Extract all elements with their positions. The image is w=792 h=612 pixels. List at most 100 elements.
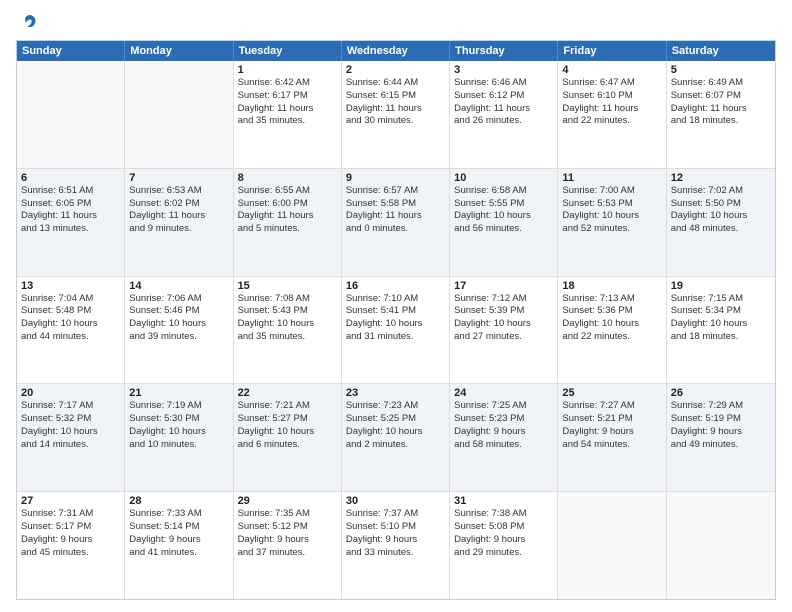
empty-cell-0-1 (125, 61, 233, 168)
day-cell-8: 8Sunrise: 6:55 AMSunset: 6:00 PMDaylight… (234, 169, 342, 276)
sunset-text: Sunset: 5:32 PM (21, 413, 120, 426)
header-day-sunday: Sunday (17, 41, 125, 61)
day-number: 16 (346, 280, 445, 292)
daylight-minutes: and 48 minutes. (671, 223, 771, 236)
sunrise-text: Sunrise: 7:29 AM (671, 400, 771, 413)
daylight-hours: Daylight: 9 hours (671, 426, 771, 439)
empty-cell-4-5 (558, 492, 666, 599)
daylight-hours: Daylight: 11 hours (346, 103, 445, 116)
calendar-body: 1Sunrise: 6:42 AMSunset: 6:17 PMDaylight… (17, 61, 775, 599)
daylight-hours: Daylight: 10 hours (562, 210, 661, 223)
daylight-hours: Daylight: 10 hours (454, 318, 553, 331)
sunset-text: Sunset: 5:39 PM (454, 305, 553, 318)
day-number: 29 (238, 495, 337, 507)
sunset-text: Sunset: 5:21 PM (562, 413, 661, 426)
daylight-minutes: and 39 minutes. (129, 331, 228, 344)
daylight-minutes: and 13 minutes. (21, 223, 120, 236)
day-cell-30: 30Sunrise: 7:37 AMSunset: 5:10 PMDayligh… (342, 492, 450, 599)
daylight-hours: Daylight: 11 hours (562, 103, 661, 116)
day-number: 25 (562, 387, 661, 399)
daylight-minutes: and 35 minutes. (238, 115, 337, 128)
day-number: 21 (129, 387, 228, 399)
sunset-text: Sunset: 5:43 PM (238, 305, 337, 318)
sunset-text: Sunset: 5:34 PM (671, 305, 771, 318)
day-number: 14 (129, 280, 228, 292)
sunset-text: Sunset: 5:23 PM (454, 413, 553, 426)
header-day-monday: Monday (125, 41, 233, 61)
sunrise-text: Sunrise: 6:46 AM (454, 77, 553, 90)
day-cell-2: 2Sunrise: 6:44 AMSunset: 6:15 PMDaylight… (342, 61, 450, 168)
day-number: 22 (238, 387, 337, 399)
daylight-hours: Daylight: 9 hours (454, 426, 553, 439)
day-number: 5 (671, 64, 771, 76)
day-number: 10 (454, 172, 553, 184)
day-cell-11: 11Sunrise: 7:00 AMSunset: 5:53 PMDayligh… (558, 169, 666, 276)
day-number: 7 (129, 172, 228, 184)
day-number: 27 (21, 495, 120, 507)
sunset-text: Sunset: 5:12 PM (238, 521, 337, 534)
day-cell-20: 20Sunrise: 7:17 AMSunset: 5:32 PMDayligh… (17, 384, 125, 491)
daylight-minutes: and 5 minutes. (238, 223, 337, 236)
day-number: 17 (454, 280, 553, 292)
daylight-hours: Daylight: 11 hours (21, 210, 120, 223)
sunset-text: Sunset: 6:10 PM (562, 90, 661, 103)
daylight-hours: Daylight: 11 hours (671, 103, 771, 116)
daylight-hours: Daylight: 11 hours (238, 103, 337, 116)
daylight-minutes: and 18 minutes. (671, 115, 771, 128)
sunrise-text: Sunrise: 7:21 AM (238, 400, 337, 413)
sunrise-text: Sunrise: 7:19 AM (129, 400, 228, 413)
sunset-text: Sunset: 5:25 PM (346, 413, 445, 426)
daylight-hours: Daylight: 11 hours (454, 103, 553, 116)
day-cell-6: 6Sunrise: 6:51 AMSunset: 6:05 PMDaylight… (17, 169, 125, 276)
daylight-hours: Daylight: 9 hours (238, 534, 337, 547)
sunrise-text: Sunrise: 6:55 AM (238, 185, 337, 198)
daylight-minutes: and 31 minutes. (346, 331, 445, 344)
day-cell-19: 19Sunrise: 7:15 AMSunset: 5:34 PMDayligh… (667, 277, 775, 384)
sunrise-text: Sunrise: 6:51 AM (21, 185, 120, 198)
day-cell-18: 18Sunrise: 7:13 AMSunset: 5:36 PMDayligh… (558, 277, 666, 384)
daylight-hours: Daylight: 10 hours (562, 318, 661, 331)
daylight-hours: Daylight: 9 hours (21, 534, 120, 547)
calendar-row-2: 13Sunrise: 7:04 AMSunset: 5:48 PMDayligh… (17, 276, 775, 384)
empty-cell-0-0 (17, 61, 125, 168)
day-number: 20 (21, 387, 120, 399)
sunset-text: Sunset: 5:27 PM (238, 413, 337, 426)
day-cell-31: 31Sunrise: 7:38 AMSunset: 5:08 PMDayligh… (450, 492, 558, 599)
daylight-hours: Daylight: 9 hours (346, 534, 445, 547)
day-cell-25: 25Sunrise: 7:27 AMSunset: 5:21 PMDayligh… (558, 384, 666, 491)
calendar-header: SundayMondayTuesdayWednesdayThursdayFrid… (17, 41, 775, 61)
sunset-text: Sunset: 6:05 PM (21, 198, 120, 211)
daylight-hours: Daylight: 10 hours (238, 426, 337, 439)
daylight-hours: Daylight: 10 hours (21, 426, 120, 439)
daylight-minutes: and 22 minutes. (562, 115, 661, 128)
day-cell-29: 29Sunrise: 7:35 AMSunset: 5:12 PMDayligh… (234, 492, 342, 599)
sunset-text: Sunset: 5:08 PM (454, 521, 553, 534)
day-cell-12: 12Sunrise: 7:02 AMSunset: 5:50 PMDayligh… (667, 169, 775, 276)
day-cell-13: 13Sunrise: 7:04 AMSunset: 5:48 PMDayligh… (17, 277, 125, 384)
page: SundayMondayTuesdayWednesdayThursdayFrid… (0, 0, 792, 612)
daylight-minutes: and 56 minutes. (454, 223, 553, 236)
day-number: 4 (562, 64, 661, 76)
daylight-minutes: and 9 minutes. (129, 223, 228, 236)
sunrise-text: Sunrise: 7:00 AM (562, 185, 661, 198)
sunset-text: Sunset: 5:41 PM (346, 305, 445, 318)
day-cell-26: 26Sunrise: 7:29 AMSunset: 5:19 PMDayligh… (667, 384, 775, 491)
day-number: 1 (238, 64, 337, 76)
daylight-hours: Daylight: 10 hours (21, 318, 120, 331)
daylight-minutes: and 10 minutes. (129, 439, 228, 452)
day-cell-17: 17Sunrise: 7:12 AMSunset: 5:39 PMDayligh… (450, 277, 558, 384)
daylight-hours: Daylight: 9 hours (562, 426, 661, 439)
empty-cell-4-6 (667, 492, 775, 599)
daylight-minutes: and 29 minutes. (454, 547, 553, 560)
sunset-text: Sunset: 5:14 PM (129, 521, 228, 534)
sunset-text: Sunset: 5:55 PM (454, 198, 553, 211)
sunrise-text: Sunrise: 7:08 AM (238, 293, 337, 306)
daylight-hours: Daylight: 10 hours (671, 318, 771, 331)
day-number: 30 (346, 495, 445, 507)
daylight-hours: Daylight: 10 hours (129, 318, 228, 331)
sunrise-text: Sunrise: 7:12 AM (454, 293, 553, 306)
sunset-text: Sunset: 5:30 PM (129, 413, 228, 426)
sunrise-text: Sunrise: 6:57 AM (346, 185, 445, 198)
calendar-row-1: 6Sunrise: 6:51 AMSunset: 6:05 PMDaylight… (17, 168, 775, 276)
day-number: 12 (671, 172, 771, 184)
